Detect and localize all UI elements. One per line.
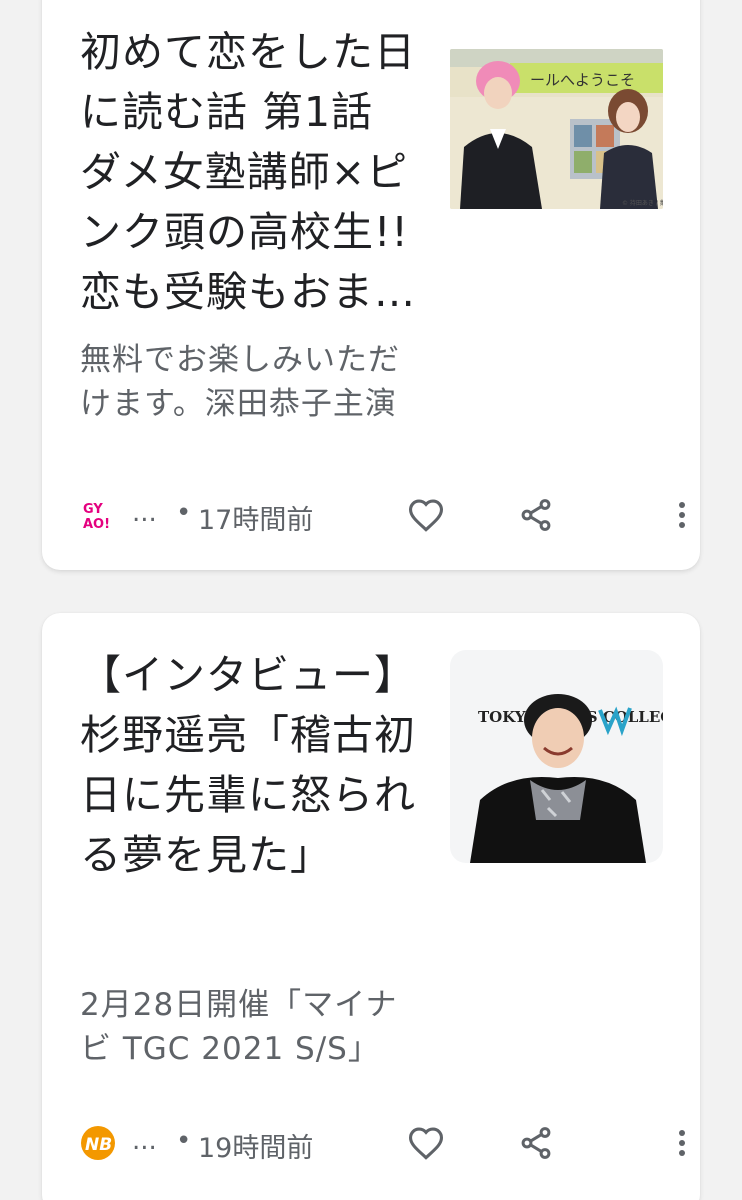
- source-name[interactable]: ...: [132, 498, 157, 528]
- more-options-button[interactable]: [658, 491, 700, 539]
- article-title[interactable]: 【インタビュー】杉野遥亮「稽古初日に先輩に怒られる夢を見た」: [80, 645, 420, 945]
- svg-text:GY: GY: [83, 502, 103, 517]
- svg-text:AO!: AO!: [83, 517, 110, 532]
- more-vert-icon: [679, 502, 685, 528]
- publish-time: 17時間前: [198, 505, 314, 536]
- thumb-sign-text: ールへようこそ: [530, 71, 635, 89]
- more-options-button[interactable]: [658, 1119, 700, 1167]
- heart-icon: [408, 1127, 444, 1160]
- share-button[interactable]: [512, 1119, 560, 1167]
- card-footer: NB ... • 19時間前: [80, 1113, 700, 1173]
- card-footer: GY AO! ... • 17時間前: [80, 485, 700, 545]
- share-button[interactable]: [512, 491, 560, 539]
- more-vert-icon: [679, 1130, 685, 1156]
- separator-dot: •: [176, 498, 192, 528]
- like-button[interactable]: [402, 491, 450, 539]
- publish-time: 19時間前: [198, 1133, 314, 1164]
- thumb-credit: © 持田あき / 集英社: [622, 199, 663, 207]
- news-card[interactable]: 【インタビュー】杉野遥亮「稽古初日に先輩に怒られる夢を見た」 TOKYO GIR…: [42, 613, 700, 1200]
- source-name[interactable]: ...: [132, 1126, 157, 1156]
- share-icon: [521, 499, 551, 531]
- news-feed: 初めて恋をした日に読む話 第1話 ダメ女塾講師×ピンク頭の高校生!!恋も受験もお…: [0, 0, 742, 1200]
- article-title[interactable]: 初めて恋をした日に読む話 第1話 ダメ女塾講師×ピンク頭の高校生!!恋も受験もお…: [80, 22, 420, 322]
- separator-dot: •: [176, 1126, 192, 1156]
- like-button[interactable]: [402, 1119, 450, 1167]
- article-thumbnail[interactable]: TOKYO GIRLS COLLECTION マイナビ: [450, 650, 663, 863]
- share-icon: [521, 1127, 551, 1159]
- article-thumbnail[interactable]: ールへようこそ © 持田あき / 集英社: [450, 49, 663, 209]
- article-snippet: 2月28日開催「マイナビ TGC 2021 S/S」: [80, 987, 398, 1067]
- svg-text:NB: NB: [85, 1135, 112, 1155]
- news-card[interactable]: 初めて恋をした日に読む話 第1話 ダメ女塾講師×ピンク頭の高校生!!恋も受験もお…: [42, 0, 700, 570]
- article-snippet: 無料でお楽しみいただけます。深田恭子主演: [80, 342, 400, 422]
- gyao-logo-icon: GY AO!: [80, 497, 116, 533]
- heart-icon: [408, 499, 444, 532]
- nb-logo-icon: NB: [80, 1125, 116, 1161]
